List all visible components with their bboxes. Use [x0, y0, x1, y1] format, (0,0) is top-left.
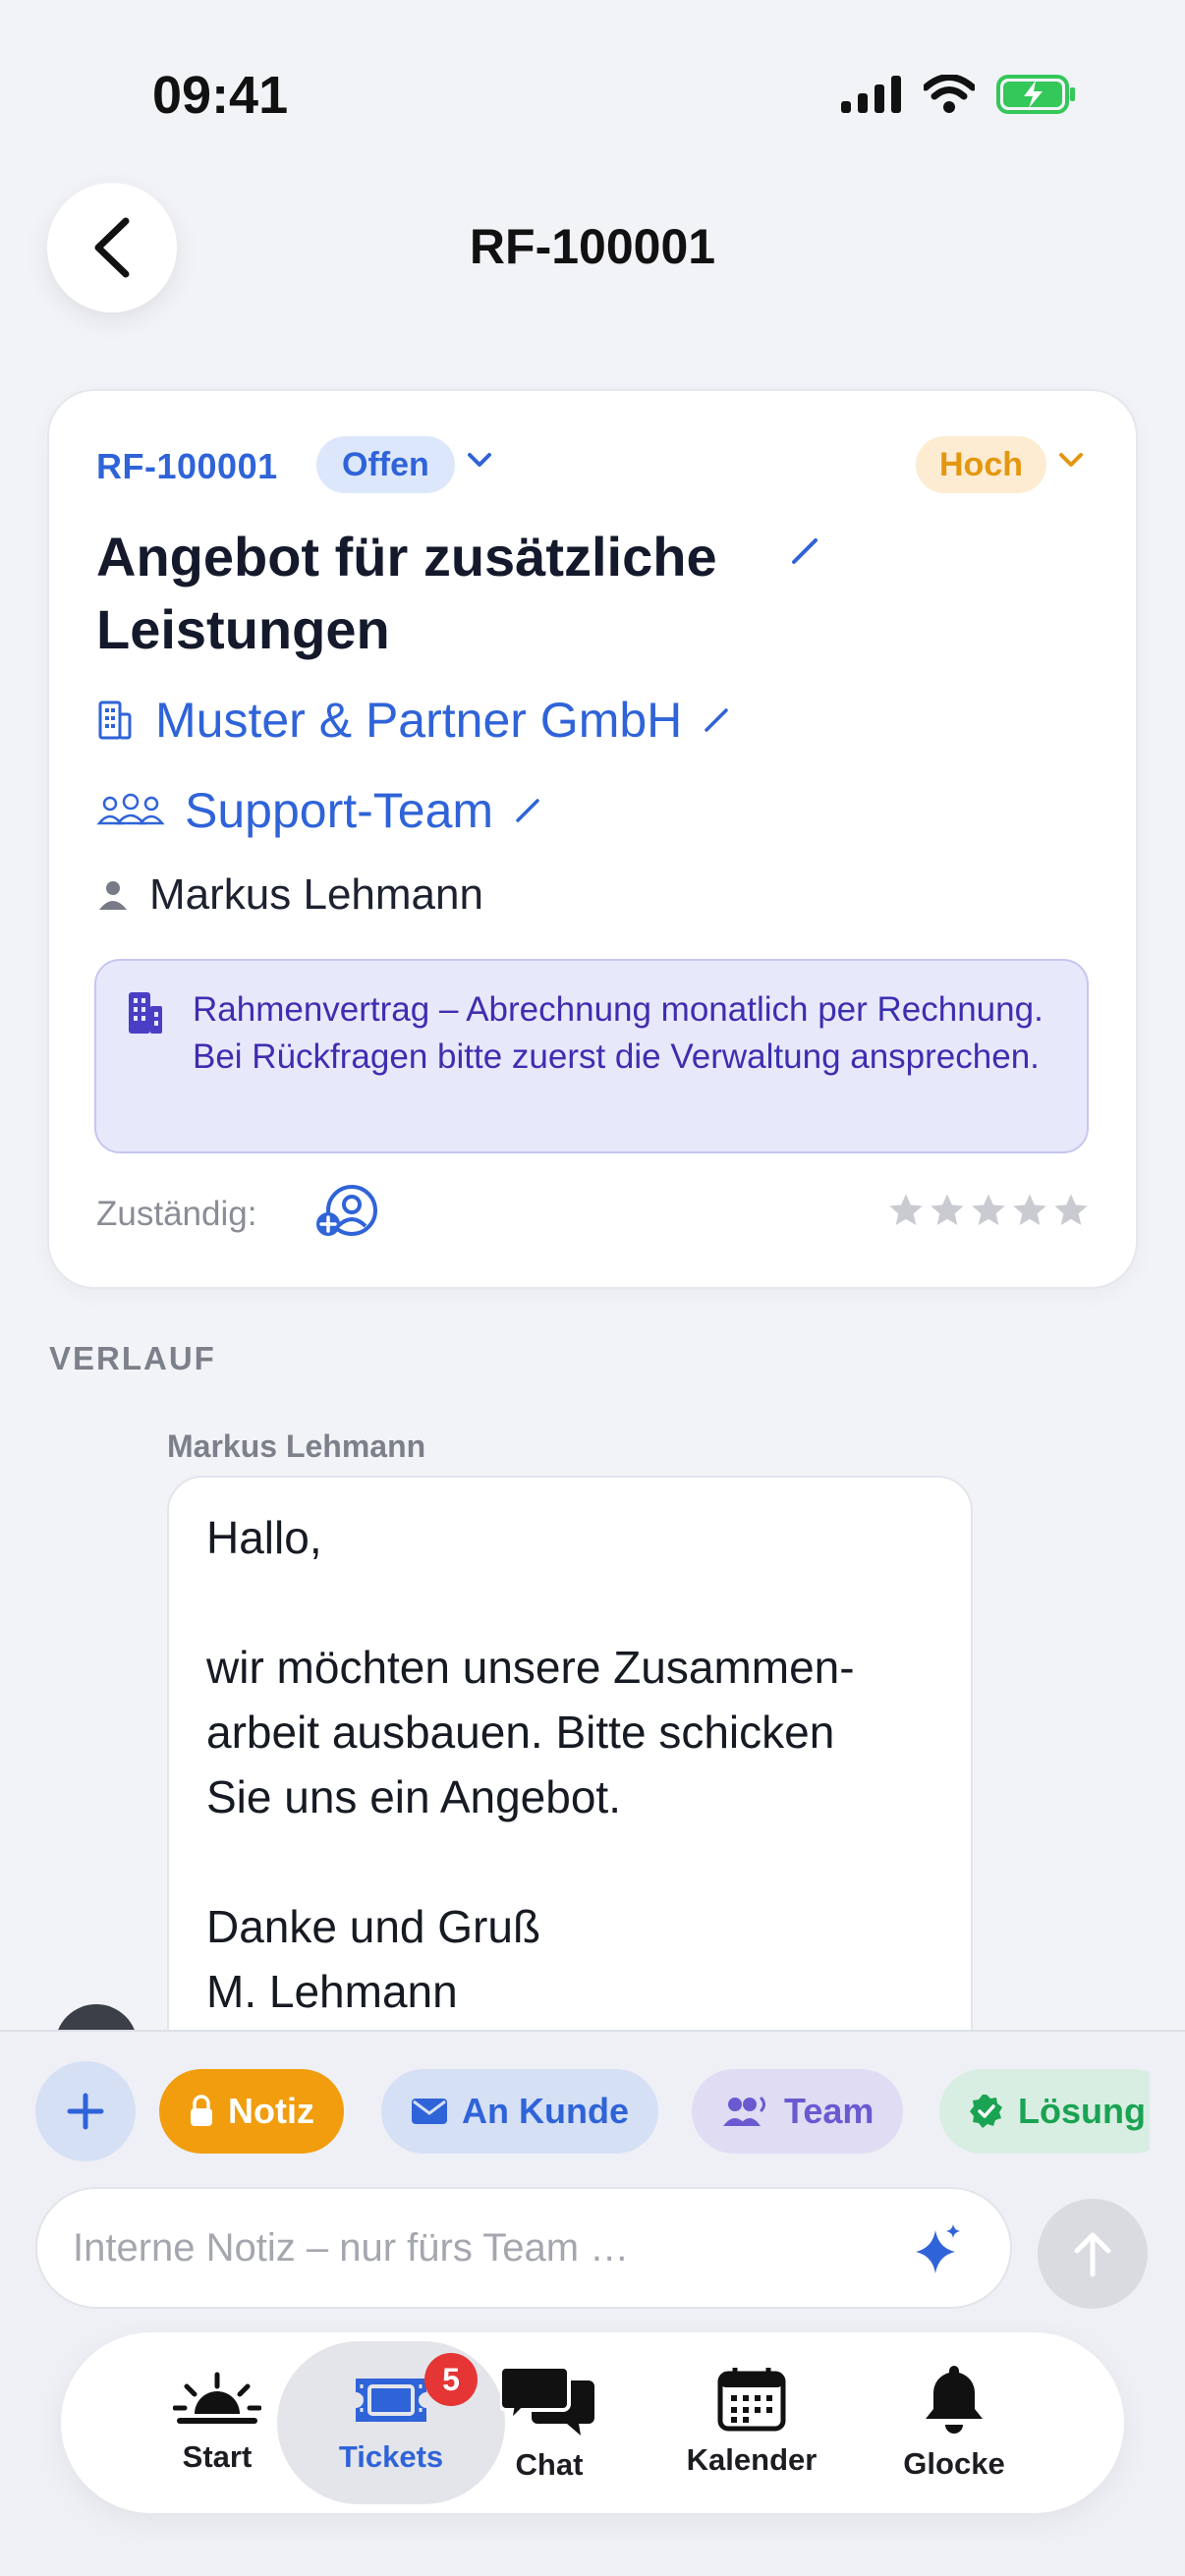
mode-chip-customer-label: An Kunde: [462, 2091, 629, 2131]
mode-chip-note-label: Notiz: [228, 2091, 314, 2131]
building-filled-icon: [129, 992, 162, 1034]
chat-bubbles-icon: [500, 2365, 594, 2436]
message-bubble: Hallo, wir möchten unsere Zusammen- arbe…: [167, 1476, 973, 2085]
ticket-id: RF-100001: [96, 446, 278, 486]
ticket-icon: [356, 2379, 426, 2422]
contact-name: Markus Lehmann: [149, 870, 483, 919]
building-icon: [98, 700, 132, 740]
rating-stars[interactable]: [886, 1191, 1091, 1230]
tab-chat-label: Chat: [515, 2447, 584, 2482]
status-dropdown[interactable]: Offen: [316, 436, 455, 493]
send-button[interactable]: [1038, 2199, 1148, 2309]
message-author: Markus Lehmann: [167, 1428, 426, 1464]
person-icon: [99, 881, 127, 910]
note-input-wrapper[interactable]: [35, 2187, 1012, 2309]
priority-chevron-down-icon[interactable]: [1057, 450, 1085, 470]
star-icon[interactable]: [928, 1191, 967, 1230]
edit-subject-pencil-icon[interactable]: [788, 534, 821, 568]
tab-bell-label: Glocke: [903, 2446, 1005, 2481]
mode-chip-team-label: Team: [784, 2091, 875, 2131]
signal-icon: [841, 76, 901, 113]
tab-bell[interactable]: Glocke: [853, 2332, 1055, 2513]
team-group-icon: [96, 793, 165, 825]
status-time: 09:41: [152, 66, 289, 125]
status-bar: 09:41: [0, 0, 1185, 187]
check-badge-icon: [970, 2095, 1002, 2128]
star-icon[interactable]: [1051, 1191, 1091, 1230]
contact-row: Markus Lehmann: [96, 870, 483, 920]
tab-calendar-label: Kalender: [686, 2442, 818, 2477]
mode-chip-row: Notiz An Kunde Team Lösung: [0, 2032, 1150, 2189]
mode-chip-team[interactable]: Team: [692, 2069, 904, 2154]
tab-calendar[interactable]: Kalender: [650, 2332, 853, 2513]
star-icon[interactable]: [969, 1191, 1008, 1230]
status-icons: [841, 75, 1077, 114]
mode-chip-customer[interactable]: An Kunde: [381, 2069, 658, 2154]
star-icon[interactable]: [1010, 1191, 1049, 1230]
calendar-icon: [717, 2368, 786, 2432]
arrow-up-icon: [1074, 2232, 1111, 2277]
team-link[interactable]: Support-Team: [185, 782, 493, 839]
info-note-box: Rahmenvertrag – Abrechnung monatlich per…: [94, 959, 1089, 1153]
battery-charging-icon: [996, 75, 1075, 114]
tab-tickets-label: Tickets: [338, 2439, 444, 2474]
timeline-section-label: VERLAUF: [49, 1340, 216, 1376]
assign-user-plus-icon[interactable]: [314, 1183, 379, 1240]
message-body: Hallo, wir möchten unsere Zusammen- arbe…: [206, 1512, 855, 2017]
star-icon[interactable]: [886, 1191, 926, 1230]
mode-chip-note[interactable]: Notiz: [159, 2069, 344, 2154]
mode-chip-solution[interactable]: Lösung: [939, 2069, 1150, 2154]
bell-icon: [926, 2366, 983, 2434]
mode-chip-solution-label: Lösung: [1018, 2091, 1146, 2131]
wifi-icon: [924, 75, 975, 113]
ticket-card: RF-100001 Offen Hoch Angebot für zusätzl…: [47, 389, 1138, 1289]
priority-dropdown[interactable]: Hoch: [916, 436, 1046, 493]
info-note-text: Rahmenvertrag – Abrechnung monatlich per…: [193, 990, 1044, 1076]
team-icon: [723, 2097, 765, 2126]
edit-team-pencil-icon[interactable]: [513, 796, 542, 825]
ticket-subject: Angebot für zusätzliche Leistungen: [96, 526, 717, 660]
company-row[interactable]: Muster & Partner GmbH: [96, 692, 731, 749]
tab-bar: Start Tickets 5 Chat Kalender Glocke: [61, 2332, 1124, 2513]
team-row[interactable]: Support-Team: [96, 782, 542, 839]
tab-start-label: Start: [182, 2439, 253, 2474]
lock-icon: [191, 2095, 212, 2126]
ai-sparkle-icon[interactable]: [912, 2222, 965, 2279]
company-link[interactable]: Muster & Partner GmbH: [155, 692, 682, 749]
edit-company-pencil-icon[interactable]: [702, 705, 731, 735]
status-chevron-down-icon[interactable]: [466, 450, 493, 470]
envelope-icon: [412, 2099, 447, 2124]
note-input[interactable]: [71, 2189, 896, 2307]
tab-chat[interactable]: Chat: [448, 2332, 650, 2513]
page-title: RF-100001: [469, 219, 716, 274]
assignee-label: Zuständig:: [96, 1195, 257, 1233]
sunrise-icon: [173, 2372, 261, 2424]
